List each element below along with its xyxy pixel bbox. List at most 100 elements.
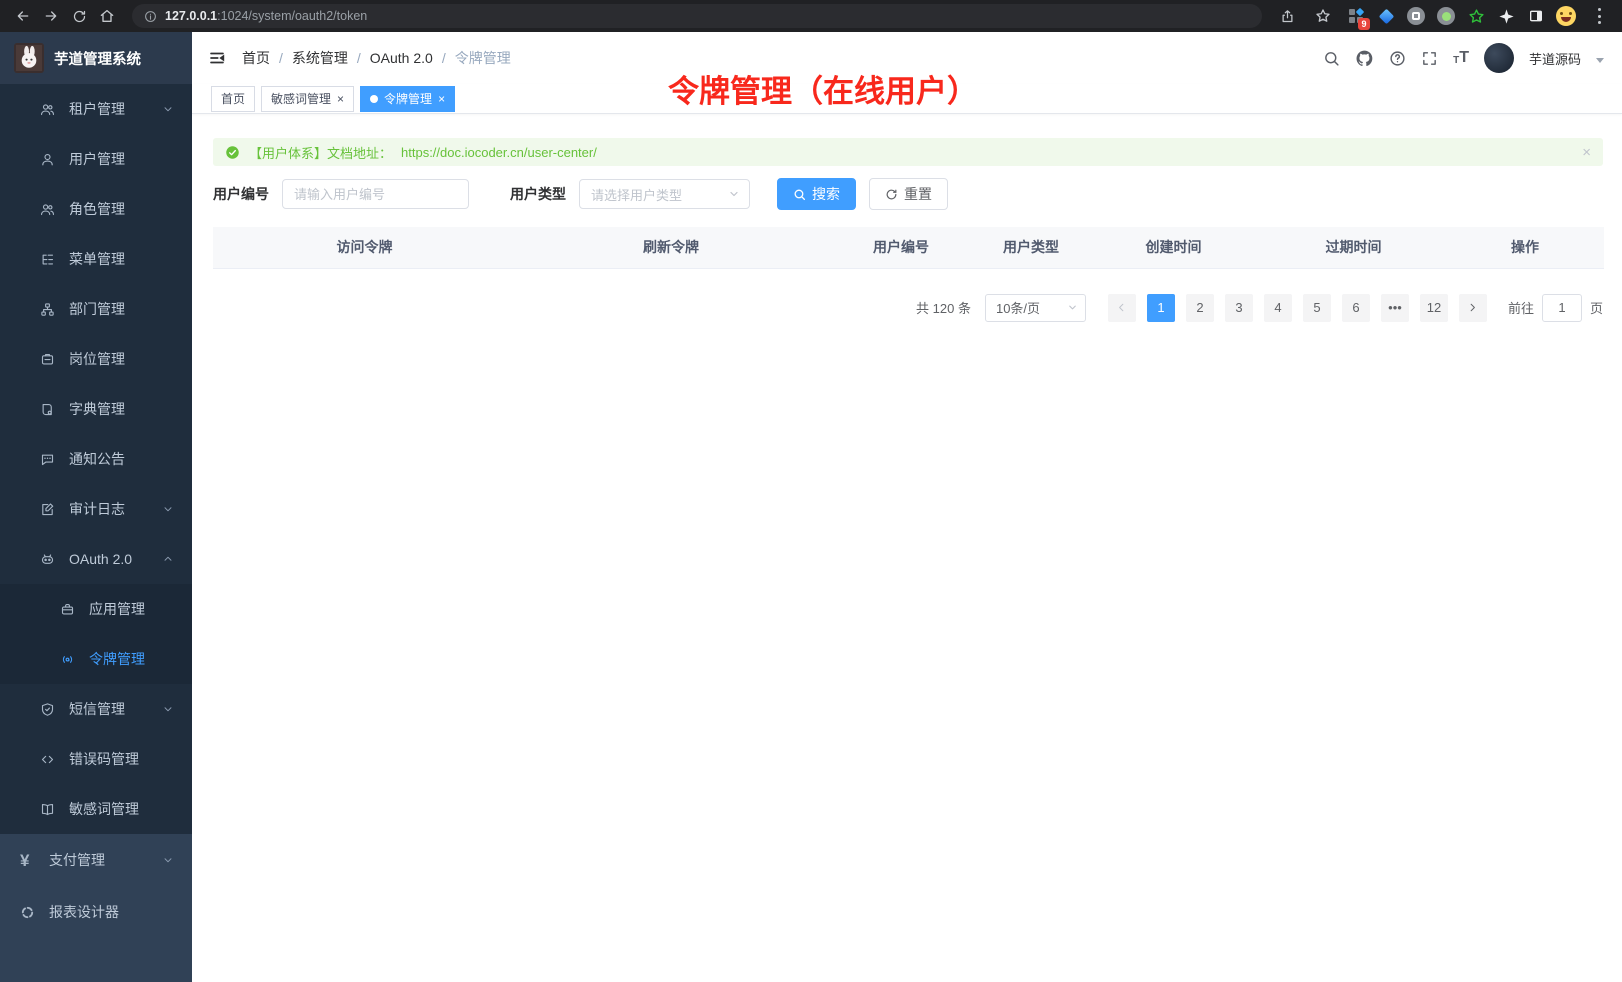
success-check-icon	[225, 145, 240, 160]
gem-extension-icon[interactable]	[1376, 6, 1396, 26]
sidebar-item-dept[interactable]: 部门管理	[0, 284, 192, 334]
reset-button[interactable]: 重置	[869, 178, 948, 210]
sidebar-item-label: 支付管理	[49, 850, 105, 870]
profile-emoji-icon[interactable]	[1556, 6, 1576, 26]
command-extension-icon[interactable]	[1406, 6, 1426, 26]
user-id-label: 用户编号	[213, 184, 269, 204]
page-button-6[interactable]: 6	[1342, 294, 1370, 322]
column-header: 访问令牌	[213, 227, 516, 268]
sidebar-item-menu[interactable]: 菜单管理	[0, 234, 192, 284]
tab-令牌管理[interactable]: 令牌管理×	[360, 86, 455, 112]
sidebar-item-label: 菜单管理	[69, 249, 125, 269]
breadcrumb-home[interactable]: 首页	[242, 48, 270, 68]
share-icon[interactable]	[1274, 3, 1300, 29]
breadcrumb: 首页/ 系统管理/ OAuth 2.0/ 令牌管理	[242, 48, 511, 68]
chevron-down-icon	[162, 854, 174, 866]
page-button-2[interactable]: 2	[1186, 294, 1214, 322]
sidebar-submenu-block: 租户管理用户管理角色管理菜单管理部门管理岗位管理字典管理通知公告审计日志 OAut…	[0, 84, 192, 834]
page-button-1[interactable]: 1	[1147, 294, 1175, 322]
browser-toolbar: 127.0.0.1:1024/system/oauth2/token 9	[0, 0, 1622, 32]
avatar[interactable]	[1484, 43, 1514, 73]
page-button-4[interactable]: 4	[1264, 294, 1292, 322]
sidebar-item-user[interactable]: 用户管理	[0, 134, 192, 184]
search-icon	[793, 188, 806, 201]
app-logo[interactable]: 芋道管理系统	[0, 32, 192, 84]
alert-close-icon[interactable]: ×	[1582, 144, 1591, 161]
prev-page-button[interactable]	[1108, 294, 1136, 322]
more-pages-button[interactable]: •••	[1381, 294, 1409, 322]
pinwheel-extension-icon[interactable]	[1496, 6, 1516, 26]
sidebar-item-label: 角色管理	[69, 199, 125, 219]
tab-敏感词管理[interactable]: 敏感词管理 ×	[261, 86, 354, 112]
next-page-button[interactable]	[1459, 294, 1487, 322]
chevron-up-icon	[162, 553, 174, 565]
tab-首页[interactable]: 首页	[211, 86, 255, 112]
sidebar-collapse-icon[interactable]	[208, 49, 226, 67]
breadcrumb-oauth[interactable]: OAuth 2.0	[370, 50, 433, 66]
chevron-down-icon	[1067, 302, 1078, 313]
user-name[interactable]: 芋道源码	[1529, 49, 1581, 68]
extension-grid-icon[interactable]: 9	[1346, 6, 1366, 26]
home-icon[interactable]	[94, 3, 120, 29]
sidebar-item-label: 审计日志	[69, 499, 125, 519]
sidebar-item-label: 应用管理	[89, 599, 145, 619]
page-button-5[interactable]: 5	[1303, 294, 1331, 322]
site-info-icon[interactable]	[144, 10, 157, 23]
sidebar-item-pay[interactable]: ¥ 支付管理	[0, 834, 192, 886]
font-size-icon[interactable]: TT	[1453, 50, 1469, 66]
browser-menu-icon[interactable]	[1586, 3, 1612, 29]
user-icon	[40, 152, 56, 167]
sidebar-item-label: 短信管理	[69, 699, 125, 719]
sidebar-item-oauth-app[interactable]: 应用管理	[0, 584, 192, 634]
doc-link[interactable]: https://doc.iocoder.cn/user-center/	[401, 145, 597, 160]
goto-page-input[interactable]	[1542, 294, 1582, 322]
chevron-down-icon[interactable]	[1596, 58, 1604, 63]
shield-icon	[40, 702, 56, 717]
search-button[interactable]: 搜索	[777, 178, 856, 210]
side-panel-icon[interactable]	[1526, 6, 1546, 26]
github-icon[interactable]	[1355, 49, 1374, 68]
table-header-row: 访问令牌刷新令牌用户编号用户类型创建时间过期时间操作	[213, 227, 1604, 268]
tab-close-icon[interactable]: ×	[438, 93, 445, 105]
sidebar-item-oauth[interactable]: OAuth 2.0	[0, 534, 192, 584]
green-star-extension-icon[interactable]	[1466, 6, 1486, 26]
sidebar-item-sensitive[interactable]: 敏感词管理	[0, 784, 192, 834]
yen-icon: ¥	[20, 852, 36, 869]
sidebar-item-errcode[interactable]: 错误码管理	[0, 734, 192, 784]
user-type-select[interactable]: 请选择用户类型	[579, 179, 750, 209]
fullscreen-icon[interactable]	[1421, 50, 1438, 67]
org-icon	[40, 302, 56, 317]
sidebar-item-notice[interactable]: 通知公告	[0, 434, 192, 484]
tab-close-icon[interactable]: ×	[337, 93, 344, 105]
user-id-input[interactable]	[282, 179, 469, 209]
sidebar-item-sms[interactable]: 短信管理	[0, 684, 192, 734]
sidebar-item-label: 敏感词管理	[69, 799, 139, 819]
recorder-extension-icon[interactable]	[1436, 6, 1456, 26]
chevron-down-icon	[162, 703, 174, 715]
sidebar-item-role[interactable]: 角色管理	[0, 184, 192, 234]
help-icon[interactable]	[1389, 50, 1406, 67]
sidebar-item-token[interactable]: 令牌管理	[0, 634, 192, 684]
sidebar-item-post[interactable]: 岗位管理	[0, 334, 192, 384]
tab-label: 敏感词管理	[271, 90, 331, 107]
sidebar-item-audit[interactable]: 审计日志	[0, 484, 192, 534]
address-bar[interactable]: 127.0.0.1:1024/system/oauth2/token	[132, 4, 1262, 28]
report-icon	[20, 905, 36, 920]
back-icon[interactable]	[10, 3, 36, 29]
breadcrumb-system[interactable]: 系统管理	[292, 48, 348, 68]
sidebar-item-tenant[interactable]: 租户管理	[0, 84, 192, 134]
sidebar-item-label: 部门管理	[69, 299, 125, 319]
sidebar-item-label: 岗位管理	[69, 349, 125, 369]
forward-icon[interactable]	[38, 3, 64, 29]
page-size-select[interactable]: 10条/页	[985, 294, 1086, 322]
header-search-icon[interactable]	[1323, 50, 1340, 67]
sidebar-item-label: 租户管理	[69, 99, 125, 119]
reload-icon[interactable]	[66, 3, 92, 29]
bookmark-star-icon[interactable]	[1310, 3, 1336, 29]
sidebar-item-dict[interactable]: 字典管理	[0, 384, 192, 434]
app-title: 芋道管理系统	[54, 48, 141, 69]
sidebar-item-report[interactable]: 报表设计器	[0, 886, 192, 938]
signal-icon	[60, 652, 76, 667]
page-button-3[interactable]: 3	[1225, 294, 1253, 322]
page-button-12[interactable]: 12	[1420, 294, 1448, 322]
